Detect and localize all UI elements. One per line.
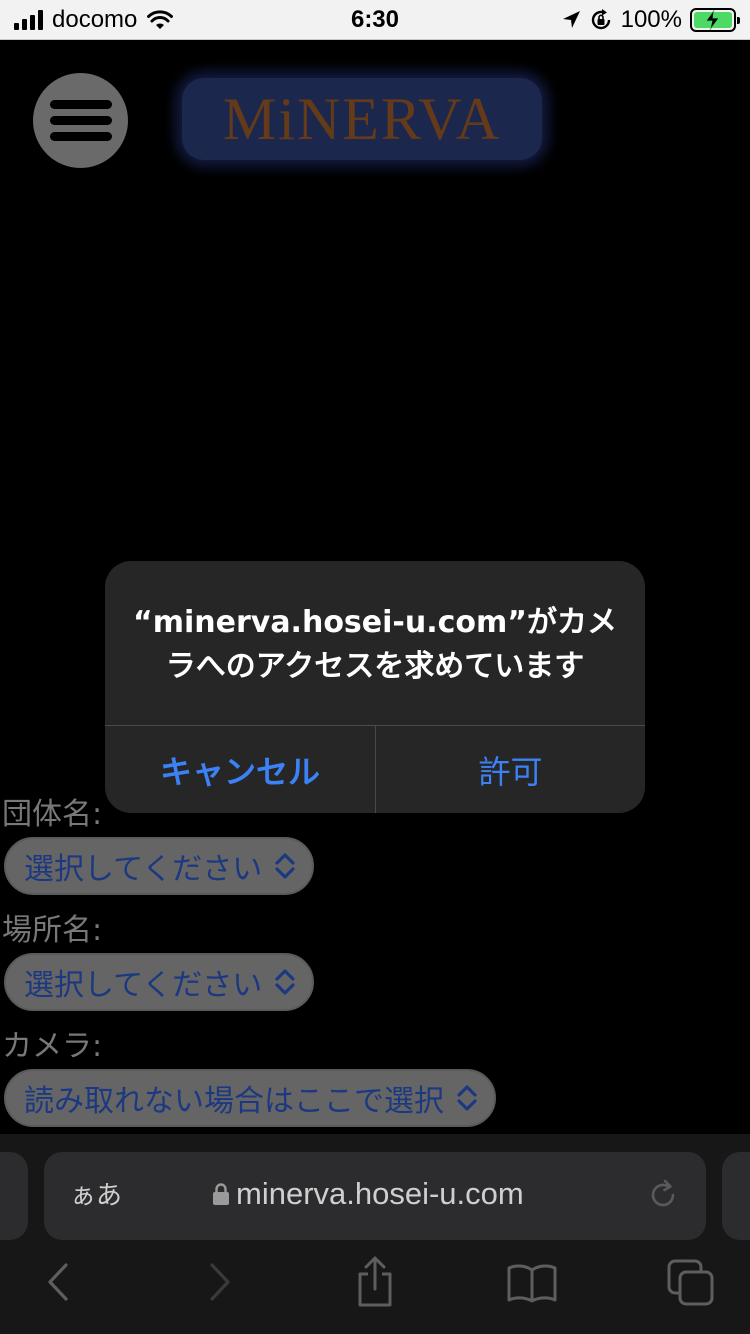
bookmarks-icon[interactable] — [506, 1262, 558, 1304]
cancel-button[interactable]: キャンセル — [105, 726, 375, 813]
status-bar: docomo 6:30 100% — [0, 0, 750, 40]
location-arrow-icon — [562, 11, 580, 28]
address-bar[interactable]: ぁあ minerva.hosei-u.com — [44, 1152, 706, 1240]
allow-button[interactable]: 許可 — [376, 726, 645, 813]
forward-icon[interactable] — [204, 1262, 234, 1302]
previous-tab-peek[interactable] — [0, 1152, 28, 1240]
reload-icon[interactable] — [646, 1178, 680, 1212]
browser-bottom-bar: ぁあ minerva.hosei-u.com — [0, 1134, 750, 1334]
text-size-button[interactable]: ぁあ — [70, 1178, 122, 1214]
browser-toolbar — [0, 1256, 750, 1322]
next-tab-peek[interactable] — [722, 1152, 750, 1240]
back-icon[interactable] — [44, 1262, 74, 1302]
tabs-icon[interactable] — [666, 1258, 716, 1308]
share-icon[interactable] — [354, 1256, 396, 1308]
dialog-message: “minerva.hosei-u.com”がカメラへのアクセスを求めています — [133, 605, 617, 684]
lock-icon — [213, 1183, 229, 1205]
camera-permission-dialog: “minerva.hosei-u.com”がカメラへのアクセスを求めています キ… — [105, 561, 645, 813]
url-text: minerva.hosei-u.com — [236, 1176, 524, 1211]
battery-percent: 100% — [620, 6, 682, 33]
battery-charging-icon — [690, 8, 740, 32]
rotation-lock-icon — [591, 9, 610, 30]
